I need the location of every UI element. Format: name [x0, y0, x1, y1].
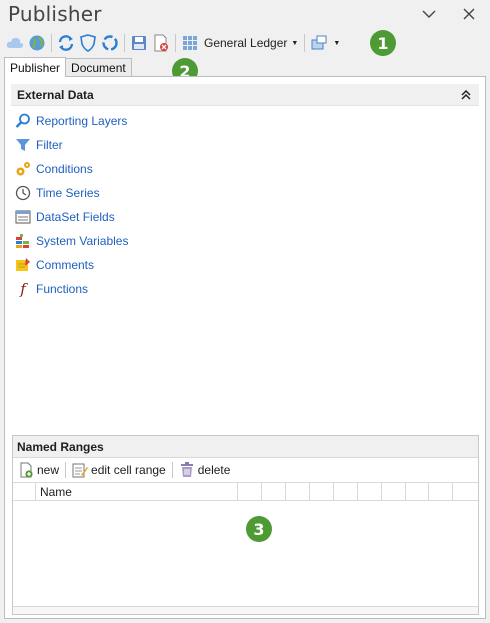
column-header-name[interactable]: Name	[36, 483, 239, 501]
column-header-cell[interactable]	[262, 483, 287, 501]
toolbar-separator	[175, 34, 176, 52]
external-data-item-dataset-fields[interactable]: DataSet Fields	[15, 205, 128, 229]
named-ranges-grid-footer	[13, 606, 478, 614]
gears-icon	[15, 161, 31, 177]
pane-options-chevron-icon[interactable]	[418, 4, 440, 24]
publisher-content: External Data Reporting Layers Filter Co…	[4, 76, 486, 619]
delete-document-icon[interactable]	[150, 32, 172, 54]
function-icon: f	[20, 280, 26, 298]
window-add-icon	[311, 35, 327, 50]
external-data-header: External Data	[11, 84, 479, 106]
refresh-icon[interactable]	[55, 32, 77, 54]
globe-icon[interactable]	[26, 32, 48, 54]
new-range-button[interactable]: new	[16, 460, 61, 480]
external-data-item-reporting-layers[interactable]: Reporting Layers	[15, 109, 128, 133]
close-icon[interactable]	[458, 4, 480, 24]
item-label: Functions	[36, 282, 89, 296]
external-data-item-conditions[interactable]: Conditions	[15, 157, 128, 181]
external-data-item-functions[interactable]: f Functions	[15, 277, 128, 301]
pane-title: Publisher	[8, 2, 102, 26]
tab-strip: Publisher Document	[4, 57, 132, 77]
tab-publisher[interactable]: Publisher	[4, 57, 67, 77]
filter-icon	[15, 137, 31, 153]
ledger-dropdown-label: General Ledger	[204, 36, 288, 50]
toolbar-separator	[124, 34, 125, 52]
column-header-cell[interactable]	[286, 483, 310, 501]
named-ranges-grid-body[interactable]	[13, 502, 478, 608]
cloud-icon[interactable]	[4, 32, 26, 54]
grid-icon[interactable]	[179, 32, 201, 54]
item-label: Filter	[36, 138, 63, 152]
toolbar-separator	[304, 34, 306, 52]
item-label: Comments	[36, 258, 95, 272]
column-header-cell[interactable]	[453, 483, 478, 501]
column-header-cell[interactable]	[238, 483, 263, 501]
new-document-icon	[18, 462, 34, 478]
delete-range-label: delete	[197, 463, 231, 477]
toolbar-separator	[51, 34, 52, 52]
toolbar-separator	[65, 462, 67, 478]
dataset-icon	[15, 209, 31, 225]
magnifier-icon	[15, 113, 31, 129]
clock-icon	[15, 185, 31, 201]
edit-icon	[72, 462, 89, 478]
item-label: Conditions	[36, 162, 93, 176]
item-label: Reporting Layers	[36, 114, 128, 128]
row-header-cell	[13, 483, 36, 501]
item-label: Time Series	[36, 186, 100, 200]
comment-icon	[15, 257, 31, 273]
new-range-label: new	[37, 463, 60, 477]
ledger-dropdown[interactable]: General Ledger ▼	[201, 32, 301, 54]
external-data-item-comments[interactable]: Comments	[15, 253, 128, 277]
named-ranges-grid-header: Name	[13, 482, 478, 501]
sync-icon[interactable]	[99, 32, 121, 54]
tab-document[interactable]: Document	[65, 58, 132, 77]
save-icon[interactable]	[128, 32, 150, 54]
edit-cell-range-label: edit cell range	[91, 463, 166, 477]
window-add-dropdown[interactable]: ▼	[308, 32, 343, 54]
edit-cell-range-button[interactable]: edit cell range	[70, 460, 168, 480]
callout-badge-1: 1	[370, 30, 396, 56]
delete-range-button[interactable]: delete	[177, 460, 233, 480]
named-ranges-header: Named Ranges	[13, 436, 478, 458]
dropdown-caret-icon: ▼	[291, 39, 299, 47]
column-header-cell[interactable]	[429, 483, 454, 501]
variables-icon	[15, 233, 31, 249]
dropdown-caret-icon: ▼	[333, 39, 341, 47]
external-data-item-system-variables[interactable]: System Variables	[15, 229, 128, 253]
column-header-cell[interactable]	[358, 483, 382, 501]
external-data-title: External Data	[17, 87, 94, 102]
item-label: System Variables	[36, 234, 129, 248]
shield-icon[interactable]	[77, 32, 99, 54]
column-header-cell[interactable]	[406, 483, 430, 501]
external-data-list: Reporting Layers Filter Conditions Time …	[15, 109, 128, 301]
callout-badge-3: 3	[246, 516, 272, 542]
collapse-chevron-icon[interactable]	[461, 89, 473, 101]
toolbar-separator	[171, 462, 173, 478]
column-header-cell[interactable]	[310, 483, 334, 501]
pane-header: Publisher	[0, 0, 490, 30]
publisher-toolbar: General Ledger ▼ ▼	[0, 30, 490, 56]
item-label: DataSet Fields	[36, 210, 115, 224]
external-data-item-filter[interactable]: Filter	[15, 133, 128, 157]
named-ranges-toolbar: new edit cell range delete	[13, 458, 478, 482]
trash-icon	[179, 462, 195, 478]
column-header-cell[interactable]	[382, 483, 406, 501]
column-header-cell[interactable]	[334, 483, 358, 501]
external-data-item-time-series[interactable]: Time Series	[15, 181, 128, 205]
